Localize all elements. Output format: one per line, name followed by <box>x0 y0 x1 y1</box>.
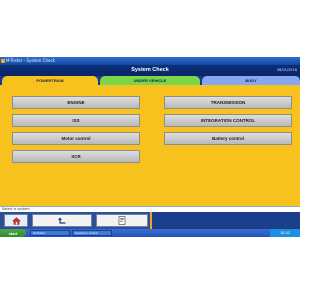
home-icon <box>11 216 21 225</box>
taskbar-item-mtester[interactable]: M-Tester <box>30 230 70 236</box>
bottom-toolbar <box>0 212 300 229</box>
tab-under-vehicle[interactable]: UNDER VEHICLE <box>100 76 200 85</box>
print-icon <box>118 216 126 225</box>
scr-button[interactable]: SCR <box>12 150 140 163</box>
taskbar-item-system-check[interactable]: Systems Check <box>72 230 112 236</box>
integration-control-button[interactable]: INTEGRATION CONTROL <box>164 114 292 127</box>
window-titlebar: M-Tester - System Check <box>0 57 300 65</box>
os-taskbar: start M-Tester Systems Check 10:42 <box>0 229 300 237</box>
print-button[interactable] <box>96 214 148 227</box>
category-tabs: POWERTRAIN UNDER VEHICLE BODY <box>0 76 300 85</box>
motor-control-button[interactable]: Motor control <box>12 132 140 145</box>
window-title: M-Tester - System Check <box>6 58 55 63</box>
battery-control-button[interactable]: Battery control <box>164 132 292 145</box>
app-screen: M-Tester - System Check System Check 06/… <box>0 57 300 237</box>
start-button[interactable]: start <box>0 229 26 237</box>
header-date: 06/01/2016 <box>276 68 297 72</box>
back-arrow-icon <box>57 217 67 225</box>
engine-button[interactable]: ENGINE <box>12 96 140 109</box>
tab-body[interactable]: BODY <box>202 76 300 85</box>
system-tray-clock: 10:42 <box>270 229 300 237</box>
iss-button[interactable]: ISS <box>12 114 140 127</box>
status-text: Select a system <box>2 207 30 211</box>
powertrain-panel: ENGINE ISS Motor control SCR TRANSMISSIO… <box>0 85 300 206</box>
home-button[interactable] <box>4 214 28 227</box>
toolbar-strip <box>0 212 152 229</box>
transmission-button[interactable]: TRANSMISSION <box>164 96 292 109</box>
page-title: System Check <box>131 67 169 73</box>
app-icon <box>1 59 5 63</box>
screen-header: System Check 06/01/2016 <box>0 65 300 76</box>
back-button[interactable] <box>32 214 92 227</box>
tab-powertrain[interactable]: POWERTRAIN <box>2 76 98 85</box>
